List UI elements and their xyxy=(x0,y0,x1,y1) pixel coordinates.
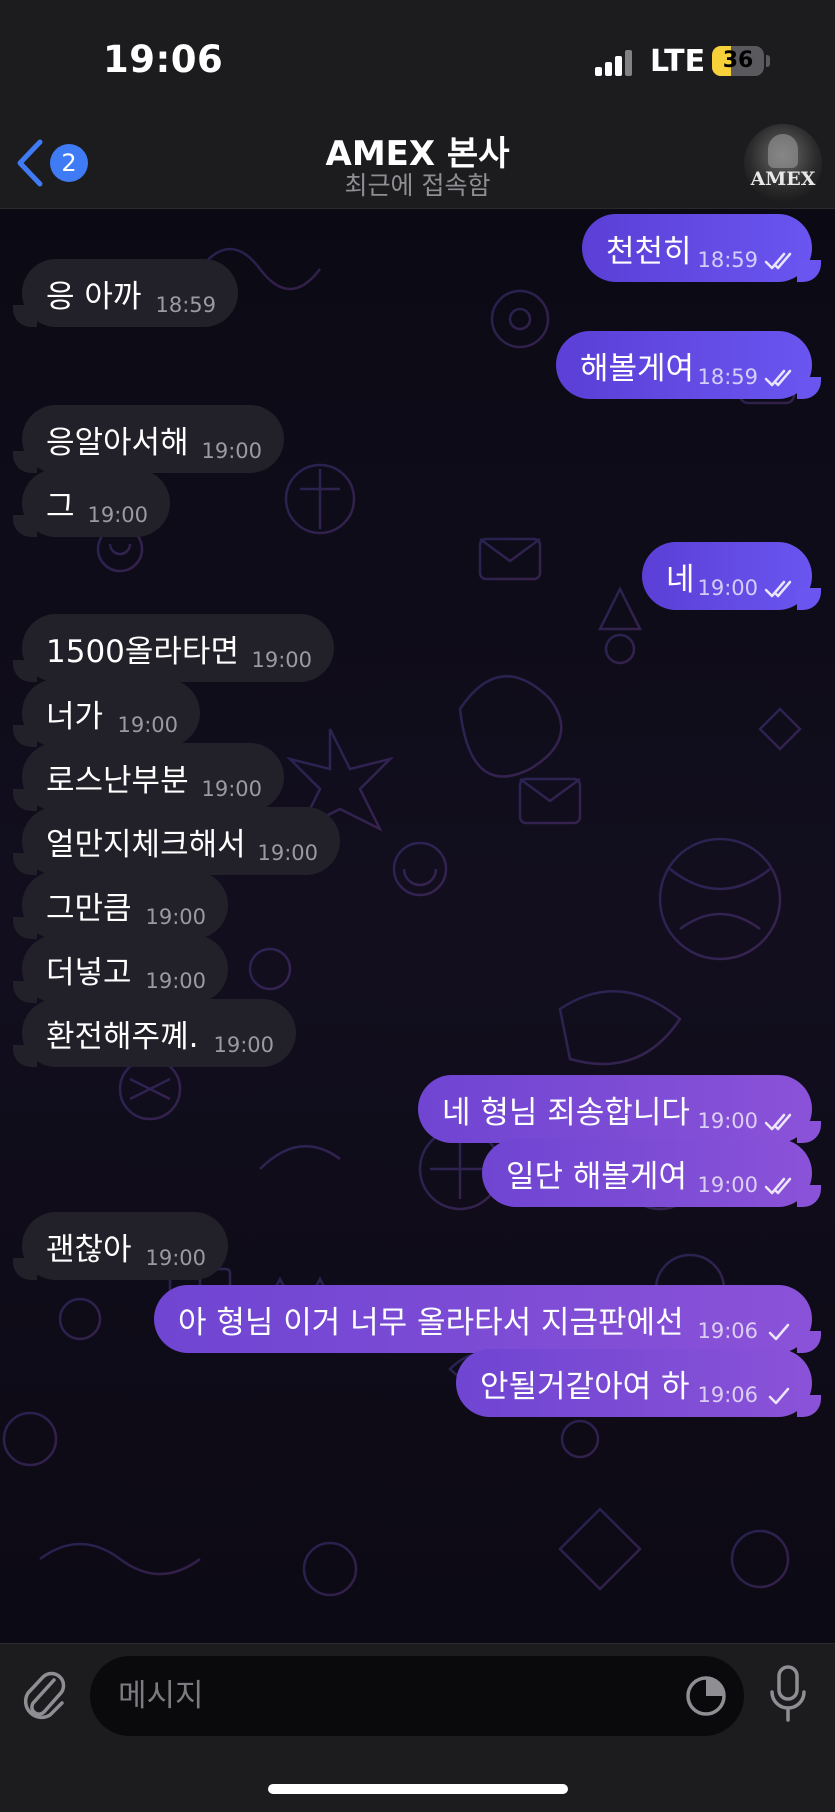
message-text: 로스난부분 xyxy=(46,763,189,799)
message-time: 19:06 xyxy=(697,1383,758,1407)
message-time: 19:00 xyxy=(213,1033,274,1057)
message-text: 환전해주꼐. xyxy=(46,1019,199,1055)
message-meta: 19:00 xyxy=(201,777,262,801)
double-check-icon xyxy=(764,1177,792,1195)
message-text: 네 xyxy=(666,562,695,598)
chat-header: 2 AMEX 본사 최근에 접속함 AMEX xyxy=(0,122,835,209)
outgoing-message[interactable]: 안될거같아여 하 19:06 xyxy=(456,1349,821,1417)
message-time: 19:00 xyxy=(87,503,148,527)
status-time: 19:06 xyxy=(103,38,224,81)
message-meta: 19:00 xyxy=(697,1173,794,1197)
message-text: 더넣고 xyxy=(46,955,132,991)
message-text: 그만큼 xyxy=(46,891,132,927)
incoming-message[interactable]: 응 아까 18:59 xyxy=(13,259,238,327)
message-text: 너가 xyxy=(46,699,104,735)
composer-bar xyxy=(0,1643,835,1812)
single-check-icon xyxy=(768,1387,790,1405)
incoming-message[interactable]: 환전해주꼐. 19:00 xyxy=(13,999,296,1067)
outgoing-message[interactable]: 아 형님 이거 너무 올라타서 지금판에선 19:06 xyxy=(154,1285,821,1353)
message-text: 네 형님 죄송합니다 xyxy=(442,1095,690,1131)
double-check-icon xyxy=(764,1113,792,1131)
message-text: 아 형님 이거 너무 올라타서 지금판에선 xyxy=(178,1305,684,1341)
home-indicator[interactable] xyxy=(268,1784,568,1794)
sticker-icon[interactable] xyxy=(684,1674,728,1718)
battery-icon: 36 xyxy=(712,46,764,76)
message-meta: 19:00 xyxy=(145,905,206,929)
chat-status: 최근에 접속함 xyxy=(344,171,491,200)
message-text: 괜찮아 xyxy=(46,1232,132,1268)
incoming-message[interactable]: 1500올라타면 19:00 xyxy=(13,614,334,682)
message-meta: 19:06 xyxy=(697,1319,794,1343)
message-time: 19:00 xyxy=(201,439,262,463)
incoming-message[interactable]: 얼만지체크해서 19:00 xyxy=(13,807,340,875)
incoming-message[interactable]: 더넣고 19:00 xyxy=(13,935,228,1003)
microphone-icon[interactable] xyxy=(770,1664,806,1724)
message-meta: 18:59 xyxy=(697,365,794,389)
status-bar: 19:06 LTE 36 xyxy=(0,0,835,122)
message-time: 19:00 xyxy=(697,1173,758,1197)
outgoing-message[interactable]: 네 형님 죄송합니다 19:00 xyxy=(418,1075,821,1143)
message-meta: 19:00 xyxy=(87,503,148,527)
paperclip-icon[interactable] xyxy=(20,1666,68,1722)
message-time: 19:00 xyxy=(251,648,312,672)
message-meta: 19:00 xyxy=(251,648,312,672)
network-label: LTE xyxy=(650,44,706,79)
chat-area[interactable]: 천천히 18:59 응 아까 18:59 해볼게여 18:59 응알아서해 19:00 그 19:… xyxy=(0,209,835,1643)
message-time: 18:59 xyxy=(155,293,216,317)
incoming-message[interactable]: 로스난부분 19:00 xyxy=(13,743,284,811)
message-meta: 19:00 xyxy=(697,1109,794,1133)
outgoing-message[interactable]: 일단 해볼게여 19:00 xyxy=(482,1139,821,1207)
message-text: 응 아까 xyxy=(46,279,142,315)
outgoing-message[interactable]: 천천히 18:59 xyxy=(582,214,821,282)
message-time: 19:00 xyxy=(145,905,206,929)
message-meta: 19:00 xyxy=(257,841,318,865)
double-check-icon xyxy=(764,369,792,387)
message-time: 19:00 xyxy=(697,1109,758,1133)
avatar[interactable]: AMEX xyxy=(744,124,822,202)
message-time: 18:59 xyxy=(697,248,758,272)
message-text: 해볼게여 xyxy=(580,351,695,387)
single-check-icon xyxy=(768,1323,790,1341)
message-text: 일단 해볼게여 xyxy=(506,1159,687,1195)
message-time: 19:00 xyxy=(257,841,318,865)
avatar-figure xyxy=(768,134,798,168)
outgoing-message[interactable]: 해볼게여 18:59 xyxy=(556,331,821,399)
message-meta: 19:06 xyxy=(697,1383,794,1407)
message-text: 안될거같아여 하 xyxy=(480,1369,690,1405)
message-text: 그 xyxy=(46,489,75,525)
message-meta: 19:00 xyxy=(213,1033,274,1057)
message-time: 19:00 xyxy=(145,1246,206,1270)
message-time: 19:00 xyxy=(201,777,262,801)
message-text: 얼만지체크해서 xyxy=(46,827,246,863)
incoming-message[interactable]: 그 19:00 xyxy=(13,469,170,537)
message-time: 19:00 xyxy=(697,576,758,600)
battery-tip xyxy=(766,55,770,67)
battery-level: 36 xyxy=(722,48,754,73)
avatar-label: AMEX xyxy=(750,168,816,190)
incoming-message[interactable]: 괜찮아 19:00 xyxy=(13,1212,228,1280)
incoming-message[interactable]: 응알아서해 19:00 xyxy=(13,405,284,473)
double-check-icon xyxy=(764,252,792,270)
message-text: 천천히 xyxy=(606,234,692,270)
message-text: 1500올라타면 xyxy=(46,634,239,670)
message-meta: 19:00 xyxy=(145,969,206,993)
message-meta: 19:00 xyxy=(201,439,262,463)
message-text: 응알아서해 xyxy=(46,425,189,461)
message-time: 19:06 xyxy=(697,1319,758,1343)
incoming-message[interactable]: 너가 19:00 xyxy=(13,679,200,747)
message-input[interactable] xyxy=(90,1656,744,1736)
message-meta: 19:00 xyxy=(697,576,794,600)
double-check-icon xyxy=(764,580,792,598)
incoming-message[interactable]: 그만큼 19:00 xyxy=(13,871,228,939)
outgoing-message[interactable]: 네 19:00 xyxy=(642,542,821,610)
signal-icon xyxy=(595,50,635,76)
message-time: 19:00 xyxy=(117,713,178,737)
message-meta: 18:59 xyxy=(155,293,216,317)
message-meta: 19:00 xyxy=(145,1246,206,1270)
message-meta: 18:59 xyxy=(697,248,794,272)
message-time: 18:59 xyxy=(697,365,758,389)
message-time: 19:00 xyxy=(145,969,206,993)
message-meta: 19:00 xyxy=(117,713,178,737)
